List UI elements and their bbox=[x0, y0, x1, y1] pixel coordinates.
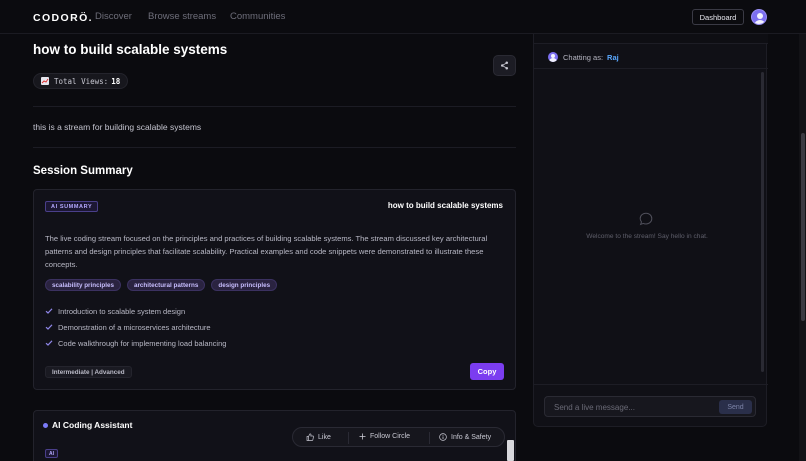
tag[interactable]: scalability principles bbox=[45, 279, 121, 291]
dashboard-button[interactable]: Dashboard bbox=[692, 9, 744, 25]
avatar bbox=[548, 52, 558, 62]
like-label: Like bbox=[318, 433, 331, 441]
chat-message-input[interactable] bbox=[554, 400, 714, 414]
info-icon bbox=[439, 433, 447, 441]
total-views-label: Total Views: bbox=[54, 76, 109, 86]
live-chat-panel: Chatting as: Raj Welcome to the stream! … bbox=[533, 34, 768, 427]
total-views-count: 18 bbox=[111, 76, 121, 86]
divider bbox=[534, 384, 768, 385]
list-item: Demonstration of a microservices archite… bbox=[45, 319, 226, 335]
user-avatar[interactable] bbox=[751, 9, 767, 25]
nav-link-discover[interactable]: Discover bbox=[95, 11, 132, 22]
tag[interactable]: design principles bbox=[211, 279, 278, 291]
ai-summary-badge: AI SUMMARY bbox=[45, 201, 99, 212]
nav-link-communities[interactable]: Communities bbox=[230, 11, 285, 22]
chat-header bbox=[534, 34, 768, 44]
chat-input-box: Send bbox=[544, 396, 756, 417]
summary-card-title: how to build scalable systems bbox=[387, 201, 503, 210]
chatting-as-label: Chatting as: bbox=[563, 52, 604, 62]
list-item: Introduction to scalable system design bbox=[45, 303, 226, 319]
plus-icon bbox=[359, 433, 366, 440]
chat-bubble-icon bbox=[639, 212, 653, 226]
share-button[interactable] bbox=[493, 55, 516, 76]
stream-description: this is a stream for building scalable s… bbox=[33, 122, 202, 132]
scrollbar[interactable] bbox=[507, 440, 514, 461]
like-button[interactable]: Like bbox=[306, 433, 331, 441]
top-navbar: CODORÖ. Discover Browse streams Communit… bbox=[0, 0, 806, 34]
session-summary-heading: Session Summary bbox=[33, 165, 133, 177]
thumbs-up-icon bbox=[306, 433, 314, 441]
divider bbox=[348, 432, 349, 444]
chat-username: Raj bbox=[607, 52, 619, 62]
logo[interactable]: CODORÖ. bbox=[33, 12, 93, 24]
follow-circle-button[interactable]: Follow Circle bbox=[359, 433, 410, 440]
key-point-text: Introduction to scalable system design bbox=[58, 306, 186, 316]
key-point-text: Code walkthrough for implementing load b… bbox=[58, 338, 227, 348]
ai-assistant-title: AI Coding Assistant bbox=[52, 420, 133, 430]
share-icon bbox=[500, 61, 509, 70]
info-safety-button[interactable]: Info & Safety bbox=[439, 433, 491, 441]
tag[interactable]: architectural patterns bbox=[126, 279, 206, 291]
floating-action-bar: Like Follow Circle Info & Safety bbox=[292, 427, 505, 447]
scrollbar[interactable] bbox=[761, 72, 764, 372]
tag-list: scalability principles architectural pat… bbox=[45, 279, 278, 291]
divider bbox=[33, 147, 516, 148]
key-point-text: Demonstration of a microservices archite… bbox=[58, 322, 211, 332]
check-icon bbox=[45, 324, 53, 330]
send-button[interactable]: Send bbox=[719, 400, 752, 414]
list-item: Code walkthrough for implementing load b… bbox=[45, 335, 226, 351]
key-points-list: Introduction to scalable system design D… bbox=[45, 303, 226, 351]
status-dot bbox=[43, 423, 48, 428]
divider bbox=[534, 68, 768, 69]
check-icon bbox=[45, 340, 53, 346]
stream-title: how to build scalable systems bbox=[33, 42, 228, 57]
follow-label: Follow Circle bbox=[370, 433, 411, 440]
divider bbox=[429, 432, 430, 444]
summary-text: The live coding stream focused on the pr… bbox=[45, 234, 488, 269]
copy-button[interactable]: Copy bbox=[470, 363, 504, 380]
ai-badge: AI bbox=[45, 449, 58, 458]
difficulty-badge: Intermediate | Advanced bbox=[45, 366, 132, 378]
total-views-badge: Total Views: 18 bbox=[33, 73, 129, 89]
check-icon bbox=[45, 308, 53, 314]
page-scrollbar-thumb[interactable] bbox=[801, 133, 805, 321]
info-label: Info & Safety bbox=[451, 433, 492, 441]
chart-icon bbox=[41, 77, 49, 85]
chat-welcome-message: Welcome to the stream! Say hello in chat… bbox=[586, 233, 708, 240]
divider bbox=[33, 106, 516, 107]
summary-card: AI SUMMARY how to build scalable systems… bbox=[33, 189, 516, 390]
nav-link-browse-streams[interactable]: Browse streams bbox=[148, 11, 216, 22]
chatting-as: Chatting as: Raj bbox=[548, 52, 619, 62]
